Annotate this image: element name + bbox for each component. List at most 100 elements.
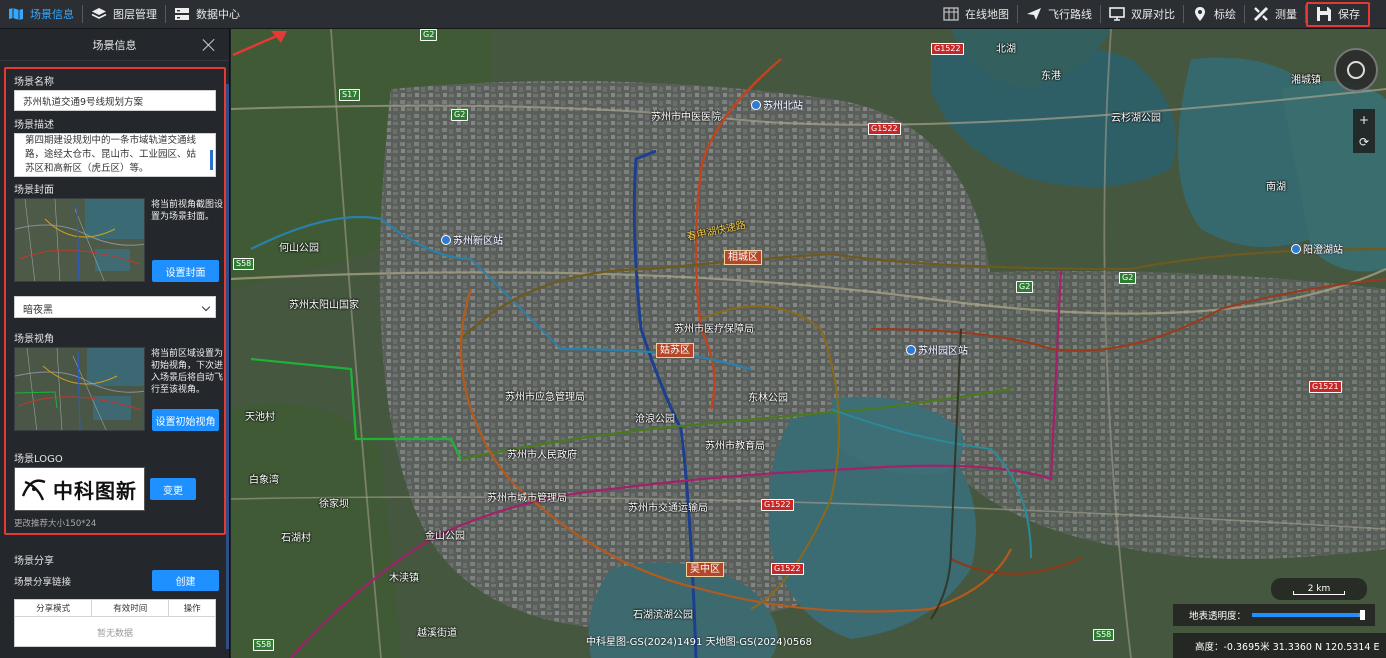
map-station[interactable]: 苏州园区站 (906, 342, 968, 357)
online-map-icon (943, 6, 959, 22)
flight-route-label: 飞行路线 (1048, 8, 1092, 21)
map-view[interactable]: G2 G2 G2 G2 S17 G1522 G1522 G1522 G1522 … (231, 29, 1386, 658)
road-shield: G2 (1119, 272, 1137, 284)
tab-layer-manager[interactable]: 图层管理 (83, 0, 165, 28)
panel-title: 场景信息 (92, 38, 137, 52)
share-col-mode: 分享模式 (15, 600, 93, 616)
road-shield: G1522 (868, 123, 901, 135)
cover-note: 将当前视角截图设置为场景封面。 (151, 200, 224, 222)
set-initial-view-button[interactable]: 设置初始视角 (152, 409, 219, 431)
logo-text: 中科图新 (53, 478, 137, 503)
save-button[interactable]: 保存 (1306, 1, 1370, 27)
map-district: 姑苏区 (656, 343, 694, 358)
road-shield: G1522 (771, 563, 804, 575)
road-shield: G2 (420, 29, 438, 41)
map-district: 相城区 (724, 250, 762, 265)
flight-route-button[interactable]: 飞行路线 (1018, 0, 1100, 28)
share-table: 分享模式 有效时间 操作 暂无数据 (14, 599, 216, 647)
map-label: 天池村 (245, 412, 275, 423)
scene-desc-text: 第四期建设规划中的一条市域轨道交通线路，途经太仓市、昆山市、工业园区、姑苏区和高… (25, 135, 197, 174)
map-label: 石湖村 (281, 533, 311, 544)
cover-label: 场景封面 (14, 185, 54, 196)
map-label: 云杉湖公园 (1111, 113, 1161, 124)
compass-icon[interactable] (1334, 48, 1378, 92)
cover-thumbnail (14, 198, 145, 282)
tab-data-center-label: 数据中心 (196, 8, 240, 21)
opacity-label: 地表透明度： (1189, 611, 1247, 622)
annotation-arrow-icon (232, 31, 287, 57)
road-shield: G1522 (761, 499, 794, 511)
panel-header: 场景信息 (0, 29, 229, 61)
view-thumbnail (14, 347, 145, 431)
toolbar-left: 场景信息 图层管理 数据中心 (0, 0, 248, 28)
online-map-button[interactable]: 在线地图 (935, 0, 1017, 28)
basemap-select-value: 暗夜黑 (23, 305, 53, 316)
map-copyright: 中科星图-GS(2024)1491 天地图-GS(2024)0568 (586, 637, 812, 648)
reset-view-button[interactable]: ⟳ (1353, 131, 1375, 153)
map-label: 石湖滨湖公园 (633, 610, 693, 621)
create-share-button[interactable]: 创建 (152, 570, 219, 591)
measure-label: 测量 (1275, 8, 1297, 21)
road-shield: S17 (339, 89, 361, 101)
map-label: 苏州市城市管理局 (487, 493, 567, 504)
save-label: 保存 (1338, 8, 1360, 21)
opacity-slider[interactable] (1252, 610, 1366, 620)
plot-label: 标绘 (1214, 8, 1236, 21)
textarea-scrollbar[interactable] (210, 150, 213, 170)
coordinate-status: 高度：-0.3695米 31.3360 N 120.5314 E (1173, 633, 1386, 658)
opacity-slider-handle[interactable] (1360, 610, 1366, 620)
tab-scene-info[interactable]: 场景信息 (0, 0, 82, 28)
share-link-label: 场景分享链接 (14, 577, 72, 588)
top-toolbar: 场景信息 图层管理 数据中心 在线地图 飞行路线 双屏对比 标绘 测量 保存 (0, 0, 1386, 29)
map-station[interactable]: 阳澄湖站 (1291, 241, 1343, 256)
map-label: 徐家坝 (319, 499, 349, 510)
scene-name-input[interactable]: 苏州轨道交通9号线规划方案 (14, 90, 216, 111)
scene-desc-textarea[interactable]: 第四期建设规划中的一条市域轨道交通线路，途经太仓市、昆山市、工业园区、姑苏区和高… (14, 133, 216, 177)
tab-data-center[interactable]: 数据中心 (166, 0, 248, 28)
chevron-down-icon (201, 302, 211, 312)
logo-label: 场景LOGO (14, 454, 63, 465)
ruler-icon (1253, 6, 1269, 22)
flight-icon (1026, 6, 1042, 22)
satellite-basemap (231, 29, 1386, 658)
toolbar-right: 在线地图 飞行路线 双屏对比 标绘 测量 保存 (935, 0, 1386, 28)
road-shield: S58 (233, 258, 255, 270)
share-label: 场景分享 (14, 556, 54, 567)
panel-scrollbar[interactable] (226, 84, 229, 649)
plot-button[interactable]: 标绘 (1184, 0, 1244, 28)
scene-name-label: 场景名称 (14, 77, 54, 88)
share-col-action: 操作 (183, 604, 201, 614)
map-label: 东港 (1041, 71, 1061, 82)
map-label: 沧浪公园 (635, 414, 675, 425)
map-station[interactable]: 苏州北站 (751, 97, 803, 112)
share-table-empty: 暂无数据 (96, 628, 133, 639)
pin-icon (1192, 6, 1208, 22)
map-label: 金山公园 (425, 531, 465, 542)
measure-button[interactable]: 测量 (1245, 0, 1305, 28)
map-label: 苏州市医疗保障局 (674, 324, 754, 335)
map-label: 何山公园 (279, 243, 319, 254)
map-district: 吴中区 (686, 562, 724, 577)
logo-preview: 中科图新 (14, 467, 145, 511)
road-shield: G2 (451, 109, 469, 121)
close-icon[interactable] (201, 37, 217, 53)
map-label: 苏州市教育局 (705, 441, 765, 452)
tab-scene-info-label: 场景信息 (30, 8, 74, 21)
map-label: 南湖 (1266, 182, 1286, 193)
map-label: 苏州市应急管理局 (505, 392, 585, 403)
online-map-label: 在线地图 (965, 8, 1009, 21)
zoom-in-button[interactable]: + (1353, 109, 1375, 131)
layers-icon (91, 6, 107, 22)
change-logo-button[interactable]: 变更 (150, 478, 196, 500)
scale-bar: 2 km (1271, 578, 1367, 600)
share-table-header: 分享模式 有效时间 操作 (15, 600, 215, 617)
map-station[interactable]: 苏州新区站 (441, 232, 503, 247)
set-cover-button[interactable]: 设置封面 (152, 260, 219, 282)
map-label: 苏州市交通运输局 (628, 503, 708, 514)
dual-screen-button[interactable]: 双屏对比 (1101, 0, 1183, 28)
road-shield: G2 (1016, 281, 1034, 293)
tab-layer-manager-label: 图层管理 (113, 8, 157, 21)
database-icon (174, 6, 190, 22)
logo-mark-icon (21, 479, 46, 501)
basemap-select[interactable]: 暗夜黑 (14, 296, 216, 318)
